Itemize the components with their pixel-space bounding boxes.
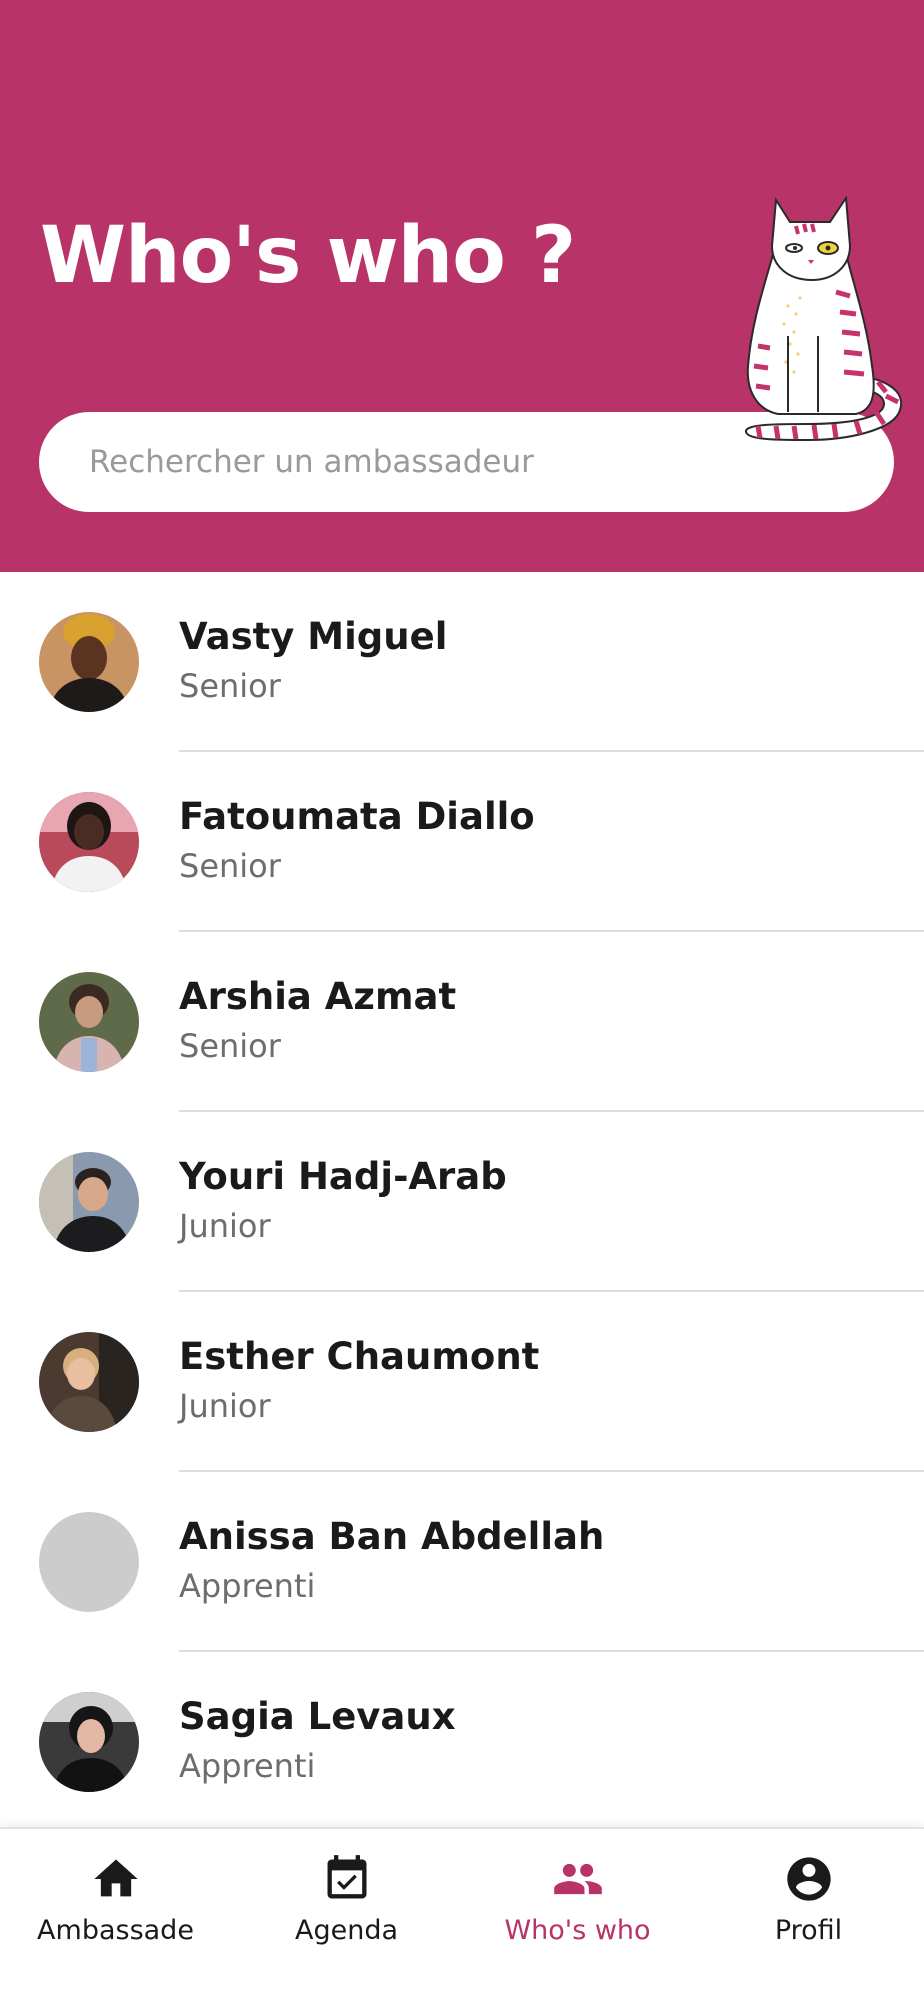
ambassador-level: Apprenti — [179, 1747, 316, 1785]
nav-item-ambassade[interactable]: Ambassade — [0, 1829, 231, 2000]
avatar — [39, 612, 139, 712]
page-title: Who's who ? — [40, 211, 576, 301]
list-item[interactable]: Youri Hadj-Arab Junior — [0, 1112, 924, 1292]
list-item[interactable]: Fatoumata Diallo Senior — [0, 752, 924, 932]
ambassador-level: Senior — [179, 1027, 281, 1065]
avatar-placeholder — [39, 1512, 139, 1612]
avatar — [39, 1692, 139, 1792]
list-item[interactable]: Vasty Miguel Senior — [0, 572, 924, 752]
ambassador-name: Sagia Levaux — [179, 1695, 456, 1738]
ambassador-name: Arshia Azmat — [179, 975, 457, 1018]
nav-item-agenda[interactable]: Agenda — [231, 1829, 462, 2000]
avatar — [39, 792, 139, 892]
list-item[interactable]: Esther Chaumont Junior — [0, 1292, 924, 1472]
ambassador-level: Apprenti — [179, 1567, 316, 1605]
ambassador-name: Anissa Ban Abdellah — [179, 1515, 605, 1558]
nav-label: Profil — [774, 1915, 843, 1946]
ambassador-name: Youri Hadj-Arab — [179, 1155, 507, 1198]
ambassador-level: Senior — [179, 847, 281, 885]
nav-item-profil[interactable]: Profil — [693, 1829, 924, 2000]
nav-label: Ambassade — [37, 1915, 194, 1946]
avatar — [39, 972, 139, 1072]
list-item[interactable]: Anissa Ban Abdellah Apprenti — [0, 1472, 924, 1652]
sitting-cat-illustration — [738, 195, 910, 460]
ambassador-list: Vasty Miguel Senior Fatoumata Diallo Sen… — [0, 572, 924, 1827]
calendar-check-icon — [321, 1853, 373, 1905]
nav-label: Agenda — [294, 1915, 399, 1946]
search-input[interactable] — [89, 432, 709, 492]
account-circle-icon — [783, 1853, 835, 1905]
nav-label: Who's who — [504, 1915, 651, 1946]
nav-item-whos-who[interactable]: Who's who — [462, 1829, 693, 2000]
avatar — [39, 1332, 139, 1432]
people-icon — [552, 1853, 604, 1905]
bottom-navigation: Ambassade Agenda Who's who Profil — [0, 1827, 924, 2000]
avatar — [39, 1152, 139, 1252]
list-item[interactable]: Sagia Levaux Apprenti — [0, 1652, 924, 1827]
home-icon — [90, 1853, 142, 1905]
ambassador-name: Esther Chaumont — [179, 1335, 540, 1378]
ambassador-level: Junior — [179, 1207, 271, 1245]
list-item[interactable]: Arshia Azmat Senior — [0, 932, 924, 1112]
ambassador-level: Junior — [179, 1387, 271, 1425]
ambassador-level: Senior — [179, 667, 281, 705]
app-screen: Who's who ? Rechercher un ambassadeur Va… — [0, 0, 924, 2000]
ambassador-name: Vasty Miguel — [179, 615, 448, 658]
header: Who's who ? — [0, 0, 924, 572]
ambassador-name: Fatoumata Diallo — [179, 795, 535, 838]
